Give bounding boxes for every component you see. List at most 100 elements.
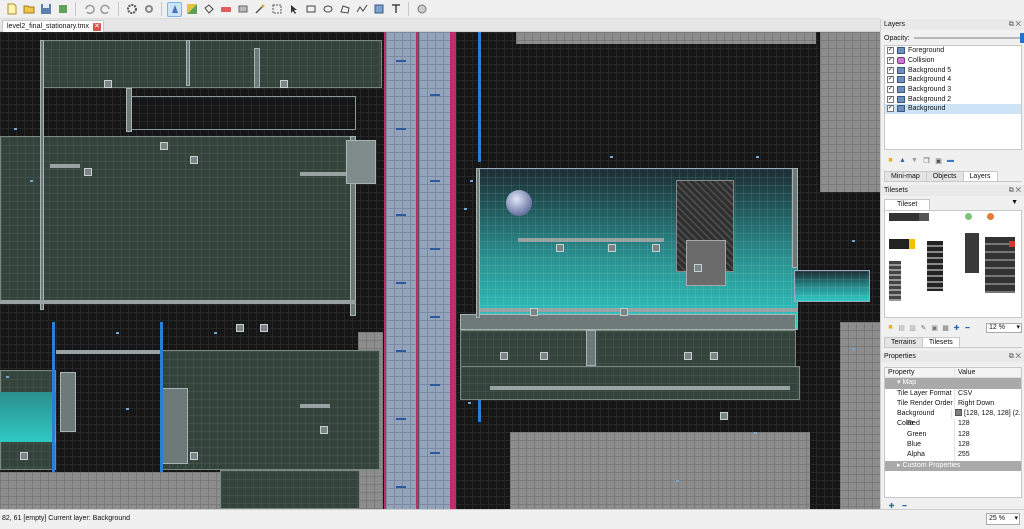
map-wall	[186, 40, 190, 86]
tab-layers[interactable]: Layers	[962, 171, 998, 181]
document-tab[interactable]: level2_final_stationary.tmx ✕	[2, 20, 104, 32]
tab-terrains[interactable]: Terrains	[884, 337, 923, 347]
property-row[interactable]: Tile Render Order Right Down	[885, 398, 1021, 410]
select-objects-icon[interactable]	[286, 2, 301, 17]
edit-tileset-icon[interactable]: ✎	[919, 323, 928, 332]
property-row[interactable]: Tile Layer Format CSV	[885, 388, 1021, 399]
remove-tileset-icon[interactable]: ▣	[930, 323, 939, 332]
command-icon[interactable]	[124, 2, 139, 17]
raise-layer-icon[interactable]: ▲	[898, 156, 907, 165]
map-corridor	[130, 96, 356, 130]
layer-row[interactable]: ✓ Background 2	[885, 94, 1021, 104]
map-blue-pipe	[160, 322, 163, 472]
save-icon[interactable]	[38, 2, 53, 17]
map-crate	[84, 168, 92, 176]
properties-group-map[interactable]: ▾ Map	[885, 378, 1021, 389]
remove-tiles-icon[interactable]: ━	[963, 323, 972, 332]
map-room	[42, 40, 382, 88]
layer-name: Background 5	[908, 66, 952, 74]
duplicate-layer-icon[interactable]: ❐	[922, 156, 931, 165]
export-tileset-icon[interactable]: ▥	[908, 323, 917, 332]
color-swatch[interactable]	[954, 409, 962, 417]
close-icon[interactable]: ✕	[92, 23, 101, 31]
tileset-properties-icon[interactable]: ▦	[941, 323, 950, 332]
tileset-icon[interactable]	[141, 2, 156, 17]
map-marker	[6, 376, 9, 378]
tab-objects[interactable]: Objects	[925, 171, 964, 181]
layer-row[interactable]: ✓ Background	[885, 104, 1021, 114]
elevator-arrow	[430, 384, 440, 388]
tileset-zoom-select[interactable]: 12 % ▾	[986, 322, 1022, 333]
panel-float-close-icon[interactable]: ⧉ ✕	[1009, 351, 1024, 362]
panel-float-close-icon[interactable]: ⧉ ✕	[1009, 19, 1024, 30]
tileset-tab[interactable]: Tileset	[884, 199, 931, 210]
undo-icon[interactable]	[81, 2, 96, 17]
elevator-arrow	[430, 94, 440, 98]
tile-object-icon[interactable]	[371, 2, 386, 17]
opacity-slider[interactable]	[913, 33, 1024, 43]
tile-layer-icon	[897, 86, 905, 94]
property-name: Tile Layer Format	[885, 388, 955, 399]
layer-visibility-checkbox[interactable]: ✓	[887, 105, 894, 113]
map-crate	[190, 452, 198, 460]
layer-visibility-checkbox[interactable]: ✓	[887, 57, 894, 65]
value-column-header: Value	[958, 369, 976, 376]
map-crate	[556, 244, 564, 252]
add-tiles-icon[interactable]: ✚	[952, 323, 961, 332]
zoom-select[interactable]: 25 % ▾	[986, 513, 1020, 525]
terrain-brush-icon[interactable]	[184, 2, 199, 17]
layer-visibility-checkbox[interactable]: ✓	[887, 76, 894, 84]
rect-select-icon[interactable]	[235, 2, 250, 17]
layer-visibility-checkbox[interactable]: ✓	[887, 47, 894, 55]
new-tileset-icon[interactable]: ■	[886, 323, 895, 332]
new-file-icon[interactable]	[4, 2, 19, 17]
opacity-slider-handle[interactable]	[1020, 33, 1024, 43]
tileset-tile	[965, 233, 979, 273]
layer-row[interactable]: ✓ Background 3	[885, 85, 1021, 95]
property-row[interactable]: Blue 128	[885, 440, 1021, 451]
layer-visibility-checkbox[interactable]: ✓	[887, 95, 894, 103]
layer-visibility-checkbox[interactable]: ✓	[887, 66, 894, 74]
import-tileset-icon[interactable]: ▤	[897, 323, 906, 332]
property-row[interactable]: Background Color [128, 128, 128] (2...	[885, 409, 1021, 427]
layer-visibility-checkbox[interactable]: ✓	[887, 86, 894, 94]
magic-wand-icon[interactable]	[252, 2, 267, 17]
property-row[interactable]: Red 128	[885, 419, 1021, 430]
text-object-icon[interactable]	[388, 2, 403, 17]
polyline-icon[interactable]	[354, 2, 369, 17]
tileset-view[interactable]	[884, 210, 1022, 318]
map-wall	[40, 40, 44, 310]
properties-group-custom[interactable]: ▸ Custom Properties	[885, 460, 1021, 471]
remove-layer-icon[interactable]: ▣	[934, 156, 943, 165]
property-row[interactable]: Alpha 255	[885, 450, 1021, 461]
add-layer-icon[interactable]: ■	[886, 156, 895, 165]
polygon-icon[interactable]	[337, 2, 352, 17]
stamp-brush-icon[interactable]	[167, 1, 182, 17]
eraser-icon[interactable]	[218, 2, 233, 17]
tileset-dropdown-icon[interactable]: ▼	[1011, 199, 1022, 210]
layer-row[interactable]: ✓ Foreground	[885, 46, 1021, 56]
opacity-row: Opacity:	[884, 33, 1024, 43]
export-icon[interactable]	[55, 2, 70, 17]
random-mode-icon[interactable]	[414, 2, 429, 17]
rectangle-icon[interactable]	[303, 2, 318, 17]
layer-row[interactable]: ✓ Background 4	[885, 75, 1021, 85]
property-row[interactable]: Green 128	[885, 429, 1021, 441]
property-value: 128	[958, 430, 970, 438]
layers-buttons: ■ ▲ ▼ ❐ ▣ ▬	[886, 156, 955, 165]
tab-tilesets[interactable]: Tilesets	[921, 337, 960, 347]
map-canvas[interactable]	[0, 32, 880, 509]
open-file-icon[interactable]	[21, 2, 36, 17]
select-same-icon[interactable]	[269, 2, 284, 17]
tab-mini-map[interactable]: Mini-map	[884, 171, 927, 181]
redo-icon[interactable]	[98, 2, 113, 17]
bucket-fill-icon[interactable]	[201, 2, 216, 17]
properties-table: Property Value ▾ Map Tile Layer Format CS…	[884, 367, 1022, 498]
lower-layer-icon[interactable]: ▼	[910, 156, 919, 165]
property-name: Alpha	[885, 450, 955, 461]
ellipse-icon[interactable]	[320, 2, 335, 17]
layer-row[interactable]: ✓ Collision	[885, 56, 1021, 66]
panel-float-close-icon[interactable]: ⧉ ✕	[1009, 185, 1024, 196]
hide-other-layers-icon[interactable]: ▬	[946, 156, 955, 165]
layer-row[interactable]: ✓ Background 5	[885, 65, 1021, 75]
